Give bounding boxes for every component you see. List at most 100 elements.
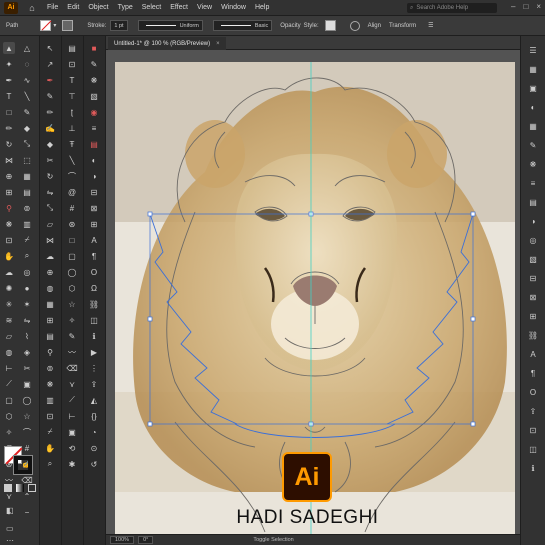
align-label[interactable]: Align	[368, 23, 381, 29]
asset-export-icon[interactable]: ⇪	[88, 378, 100, 390]
symbol-sprayer-tool-icon[interactable]: ❋	[3, 218, 15, 230]
graphic-styles-icon[interactable]: ▧	[88, 90, 100, 102]
perspective-tool-icon[interactable]: ▦	[21, 170, 33, 182]
live-paint-bucket-icon[interactable]: ◍	[3, 346, 15, 358]
arc-tool-icon[interactable]: ⌒	[21, 426, 33, 438]
live-paint-selection-icon[interactable]: ◈	[21, 346, 33, 358]
flare-tool-icon[interactable]: ✧	[66, 314, 78, 326]
menu-select[interactable]: Select	[142, 4, 161, 11]
opentype-icon[interactable]: O	[88, 266, 100, 278]
flare-tool-icon[interactable]: ✧	[3, 426, 15, 438]
blend-tool-icon[interactable]: ⊚	[44, 362, 56, 374]
pencil-tool-icon[interactable]: ✏	[3, 122, 15, 134]
align-panel-icon[interactable]: ⊟	[88, 186, 100, 198]
menu-edit[interactable]: Edit	[67, 4, 79, 11]
menu-view[interactable]: View	[197, 4, 212, 11]
color-guide-icon[interactable]: ◉	[88, 106, 100, 118]
delete-anchor-point-icon[interactable]: −	[21, 506, 33, 518]
selection-tool-icon[interactable]: ▲	[3, 42, 15, 54]
knife-tool-icon[interactable]: ⟋	[66, 394, 78, 406]
links-icon[interactable]: ⛓	[88, 298, 100, 310]
pucker-tool-icon[interactable]: ✺	[3, 282, 15, 294]
knife-tool-icon[interactable]: ⟋	[3, 378, 15, 390]
layers-icon[interactable]: ▦	[527, 63, 539, 75]
free-transform-tool-icon[interactable]: ⬚	[21, 154, 33, 166]
menu-window[interactable]: Window	[221, 4, 246, 11]
ellipse-tool-icon[interactable]: ◯	[21, 394, 33, 406]
star-tool-icon[interactable]: ☆	[21, 410, 33, 422]
navigator-icon[interactable]: ◫	[527, 443, 539, 455]
draw-mode-icon[interactable]: ◧	[6, 506, 14, 515]
tool-status[interactable]: Toggle Selection	[253, 537, 293, 543]
crystallize-tool-icon[interactable]: ✶	[21, 298, 33, 310]
print-tiling-tool-icon[interactable]: ▣	[21, 378, 33, 390]
search-input[interactable]: ⌕ Search Adobe Help	[407, 3, 497, 13]
mesh-tool-icon[interactable]: ⊞	[3, 186, 15, 198]
brushes-icon[interactable]: ✎	[527, 139, 539, 151]
recolor-artwork-icon[interactable]	[349, 20, 360, 31]
measure-tool-icon[interactable]: ⊢	[66, 410, 78, 422]
align-icon[interactable]: ⊟	[527, 272, 539, 284]
appearance-icon[interactable]: ◎	[527, 234, 539, 246]
transparency-icon[interactable]: ◑	[527, 215, 539, 227]
transform-label[interactable]: Transform	[389, 23, 416, 29]
opacity-label[interactable]: Opacity	[280, 23, 300, 29]
info-icon[interactable]: ℹ	[88, 330, 100, 342]
rotate-tool-icon[interactable]: ↻	[44, 170, 56, 182]
character-icon[interactable]: A	[527, 348, 539, 360]
join-tool-icon[interactable]: ⋎	[66, 378, 78, 390]
eraser-tool-icon[interactable]: ◆	[21, 122, 33, 134]
smooth-tool-icon[interactable]: 〰	[66, 346, 78, 358]
brush-library-icon[interactable]: ✎	[88, 58, 100, 70]
blob-brush-tool-icon[interactable]: ✍	[44, 122, 56, 134]
column-graph-tool-icon[interactable]: ▥	[21, 218, 33, 230]
separations-icon[interactable]: ◔	[88, 426, 100, 438]
gradient-panel-icon[interactable]: ▤	[88, 138, 100, 150]
graphic-styles-icon[interactable]: ▧	[527, 253, 539, 265]
maximize-icon[interactable]: □	[523, 2, 528, 11]
color-mode-icon[interactable]	[4, 484, 12, 492]
scallop-tool-icon[interactable]: ✳	[3, 298, 15, 310]
arc-tool-icon[interactable]: ⌒	[66, 170, 78, 182]
artboards-icon[interactable]: ⊡	[527, 424, 539, 436]
twirl-tool-icon[interactable]: ◎	[21, 266, 33, 278]
zoom-dropdown[interactable]: 100%	[110, 536, 135, 544]
paragraph-icon[interactable]: ¶	[527, 367, 539, 379]
swatch-icon[interactable]: ■	[88, 42, 100, 54]
rect-grid-icon[interactable]: #	[66, 202, 78, 214]
layers-icon[interactable]: ▤	[66, 42, 78, 54]
symbol-sprayer-tool-icon[interactable]: ❋	[44, 378, 56, 390]
pencil-tool-icon[interactable]: ✏	[44, 106, 56, 118]
paragraph-icon[interactable]: ¶	[88, 250, 100, 262]
asset-export-icon[interactable]: ⇪	[527, 405, 539, 417]
menu-object[interactable]: Object	[88, 4, 108, 11]
document-tab[interactable]: Untitled-1* @ 100 % (RGB/Preview) ×	[108, 37, 226, 50]
lasso-tool-icon[interactable]: ◌	[21, 58, 33, 70]
direct-selection-tool-icon[interactable]: △	[21, 42, 33, 54]
gradient-tool-icon[interactable]: ▤	[21, 186, 33, 198]
close-icon[interactable]: ×	[536, 2, 541, 11]
reflect-tool-icon[interactable]: ⇋	[21, 314, 33, 326]
path-eraser-icon[interactable]: ⌫	[66, 362, 78, 374]
polygon-tool-icon[interactable]: ⬡	[66, 282, 78, 294]
direct-selection-tool-icon[interactable]: ↖	[44, 42, 56, 54]
scale-tool-icon[interactable]: ⤡	[21, 138, 33, 150]
properties-icon[interactable]: ☰	[527, 44, 539, 56]
slice-tool-icon[interactable]: ⌿	[44, 426, 56, 438]
fill-stroke-control[interactable]	[4, 446, 34, 476]
artboard-tool-icon[interactable]: ⊡	[44, 410, 56, 422]
rounded-rect-icon[interactable]: ▢	[66, 250, 78, 262]
variable-width-profile-dropdown[interactable]: Uniform	[137, 20, 203, 31]
mesh-tool-icon[interactable]: ⊞	[44, 314, 56, 326]
polygon-tool-icon[interactable]: ⬡	[3, 410, 15, 422]
links-icon[interactable]: ⛓	[527, 329, 539, 341]
pathfinder-icon[interactable]: ⊠	[527, 291, 539, 303]
rectangle-tool-icon[interactable]: □	[3, 106, 15, 118]
symbols-icon[interactable]: ❋	[527, 158, 539, 170]
shape-builder-tool-icon[interactable]: ⊕	[44, 266, 56, 278]
scale-tool-icon[interactable]: ⤡	[44, 202, 56, 214]
paintbrush-tool-icon[interactable]: ✎	[21, 106, 33, 118]
screen-mode-icon[interactable]: ▭	[6, 524, 14, 533]
libraries-icon[interactable]: ▣	[527, 82, 539, 94]
glyphs-icon[interactable]: Ω	[88, 282, 100, 294]
